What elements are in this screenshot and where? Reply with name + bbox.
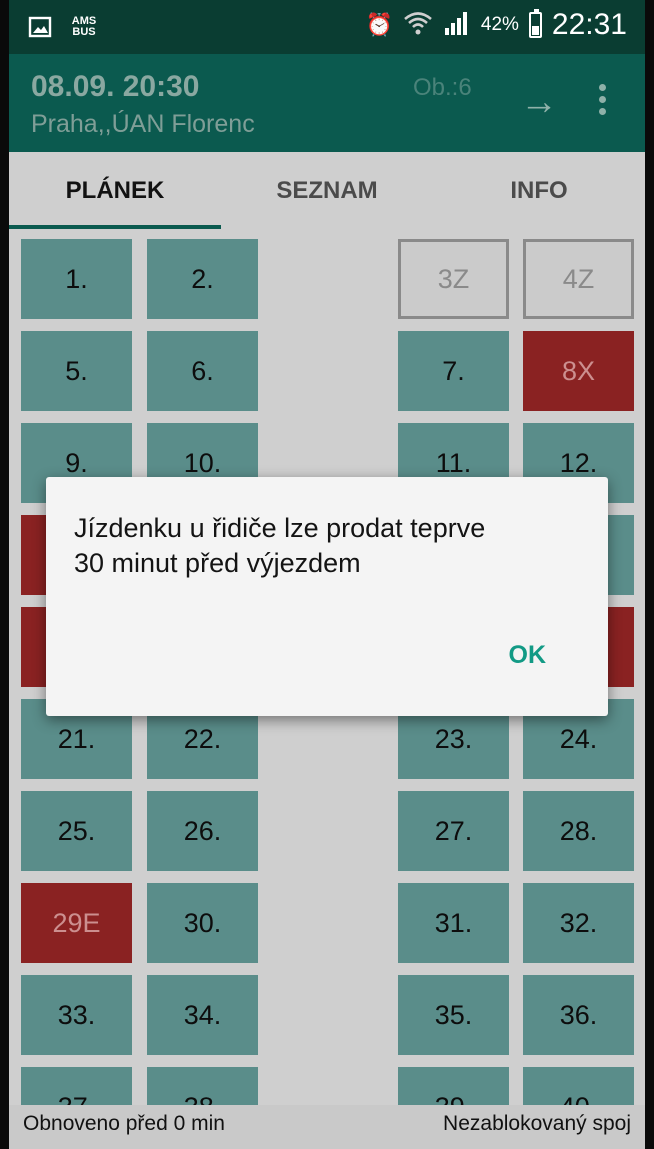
tab-planek[interactable]: PLÁNEK — [9, 152, 221, 230]
seat[interactable]: 33. — [21, 975, 132, 1055]
seat[interactable]: 34. — [147, 975, 258, 1055]
seat[interactable]: 31. — [398, 883, 509, 963]
alarm-clock-icon: ⏰ — [365, 12, 393, 37]
seat[interactable]: 6. — [147, 331, 258, 411]
seat[interactable]: 1. — [21, 239, 132, 319]
more-vert-icon[interactable] — [593, 84, 611, 124]
tab-info[interactable]: INFO — [433, 152, 645, 230]
app-bar: 08.09. 20:30 Praha,,ÚAN Florenc Ob.:6 → — [9, 54, 645, 152]
battery-icon — [528, 9, 542, 38]
seat[interactable]: 4Z — [523, 239, 634, 319]
seat[interactable]: 28. — [523, 791, 634, 871]
battery-percent: 42% — [480, 14, 519, 35]
trip-station: Praha,,ÚAN Florenc — [31, 110, 255, 138]
amsbus-notification-icon: AMS BUS — [67, 14, 101, 40]
connection-lock-status: Nezablokovaný spoj — [443, 1112, 631, 1135]
seat[interactable]: 30. — [147, 883, 258, 963]
seat[interactable]: 25. — [21, 791, 132, 871]
seat[interactable]: 3Z — [398, 239, 509, 319]
tab-seznam[interactable]: SEZNAM — [221, 152, 433, 230]
dialog-message-line: Jízdenku u řidiče lze prodat teprve — [74, 513, 486, 543]
seat[interactable]: 35. — [398, 975, 509, 1055]
seat[interactable]: 5. — [21, 331, 132, 411]
seat[interactable]: 7. — [398, 331, 509, 411]
seat[interactable]: 27. — [398, 791, 509, 871]
dialog-message-line: 30 minut před výjezdem — [74, 548, 361, 578]
wifi-icon — [403, 10, 433, 41]
seat[interactable]: 29E — [21, 883, 132, 963]
trip-datetime: 08.09. 20:30 — [31, 70, 200, 103]
alert-dialog: Jízdenku u řidiče lze prodat teprve 30 m… — [46, 477, 608, 716]
status-footer: Obnoveno před 0 min Nezablokovaný spoj — [9, 1105, 645, 1149]
seat[interactable]: 36. — [523, 975, 634, 1055]
occupied-seats-count: Ob.:6 — [413, 74, 472, 101]
active-tab-indicator — [9, 225, 221, 229]
refresh-status: Obnoveno před 0 min — [23, 1112, 225, 1135]
ok-button[interactable]: OK — [509, 641, 547, 670]
tab-bar: PLÁNEK SEZNAM INFO — [9, 152, 645, 230]
amsbus-logo-text: AMS BUS — [71, 15, 97, 38]
seat[interactable]: 32. — [523, 883, 634, 963]
seat[interactable]: 2. — [147, 239, 258, 319]
status-bar: AMS BUS ⏰ 42% 22:31 — [9, 0, 645, 54]
seat[interactable]: 26. — [147, 791, 258, 871]
signal-icon — [443, 10, 471, 41]
arrow-right-icon[interactable]: → — [519, 82, 559, 122]
status-time: 22:31 — [551, 8, 627, 41]
dialog-message: Jízdenku u řidiče lze prodat teprve 30 m… — [74, 511, 584, 581]
seat[interactable]: 8X — [523, 331, 634, 411]
gallery-icon — [27, 14, 53, 40]
